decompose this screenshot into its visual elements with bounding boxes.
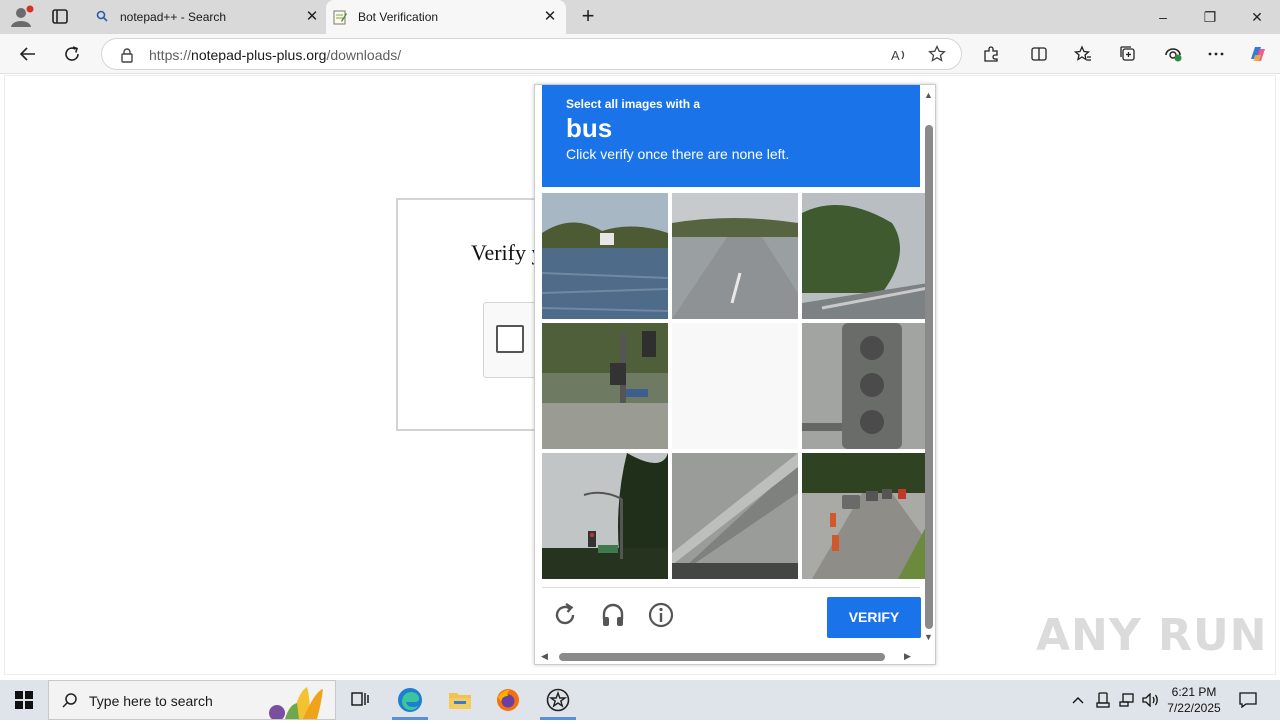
instruction-text: Select all images with a	[566, 97, 701, 111]
copilot-icon[interactable]	[1244, 40, 1272, 68]
image-tile[interactable]	[802, 193, 928, 319]
address-bar[interactable]: https://notepad-plus-plus.org/downloads/…	[101, 38, 962, 70]
taskbar-search-box[interactable]: Type here to search	[48, 680, 336, 721]
footer-divider	[542, 587, 920, 588]
edge-taskbar-icon[interactable]	[386, 680, 434, 720]
restore-button[interactable]: ❐	[1187, 5, 1233, 29]
image-tile[interactable]	[672, 323, 798, 449]
system-clock[interactable]: 6:21 PM 7/22/2025	[1160, 684, 1228, 716]
file-explorer-icon[interactable]	[436, 680, 484, 720]
scroll-right-arrow[interactable]: ▶	[904, 651, 911, 662]
tab-actions-icon[interactable]	[48, 6, 72, 28]
instruction-subtext: Click verify once there are none left.	[566, 146, 790, 162]
search-icon	[96, 10, 108, 25]
clock-date: 7/22/2025	[1167, 701, 1221, 715]
profile-icon[interactable]	[8, 5, 34, 29]
image-tile[interactable]	[802, 453, 928, 579]
vertical-scrollbar-thumb[interactable]	[925, 125, 933, 629]
app-star-icon[interactable]	[534, 680, 582, 720]
image-tile[interactable]	[802, 323, 928, 449]
svg-text:A: A	[891, 48, 900, 63]
scroll-left-arrow[interactable]: ◀	[541, 651, 548, 662]
close-tab-icon[interactable]: ✕	[302, 7, 322, 27]
captcha-checkbox[interactable]	[496, 325, 524, 353]
image-tile[interactable]	[542, 323, 668, 449]
split-screen-icon[interactable]	[1025, 40, 1053, 68]
challenge-header: Select all images with a bus Click verif…	[542, 85, 920, 187]
search-placeholder: Type here to search	[89, 693, 213, 709]
anyrun-watermark: ANY RUN	[1036, 610, 1268, 661]
read-aloud-icon[interactable]: A	[890, 46, 908, 69]
network-icon[interactable]	[1116, 680, 1138, 720]
taskbar: Type here to search 6:21 PM 7/22/2025	[0, 680, 1280, 721]
tab-notepad-search[interactable]: notepad++ - Search ✕	[86, 0, 326, 34]
tab-bot-verification[interactable]: Bot Verification ✕	[326, 0, 566, 34]
clock-time: 6:21 PM	[1171, 685, 1217, 699]
browser-essentials-icon[interactable]	[1159, 40, 1187, 68]
tab-title: Bot Verification	[358, 10, 439, 24]
new-tab-button[interactable]: +	[576, 5, 600, 29]
verify-heading: Verify you are human	[471, 240, 535, 265]
firefox-icon[interactable]	[484, 680, 532, 720]
task-view-icon[interactable]	[336, 680, 384, 720]
collections-icon[interactable]	[1114, 40, 1142, 68]
info-icon[interactable]	[647, 601, 675, 629]
favorite-star-icon[interactable]	[928, 44, 946, 68]
image-tile[interactable]	[542, 193, 668, 319]
notifications-icon[interactable]	[1234, 680, 1262, 720]
audio-challenge-icon[interactable]	[599, 601, 627, 629]
minimize-button[interactable]: –	[1140, 5, 1186, 29]
image-tile[interactable]	[542, 453, 668, 579]
back-button[interactable]	[14, 40, 42, 68]
image-tile[interactable]	[672, 453, 798, 579]
show-hidden-icons[interactable]	[1068, 680, 1088, 720]
refresh-button[interactable]	[58, 40, 86, 68]
target-word: bus	[566, 113, 613, 143]
volume-icon[interactable]	[1140, 680, 1162, 720]
close-tab-icon[interactable]: ✕	[540, 7, 560, 27]
more-menu-icon[interactable]	[1202, 40, 1230, 68]
url-text: https://notepad-plus-plus.org/downloads/	[149, 47, 402, 63]
horizontal-scrollbar-thumb[interactable]	[559, 653, 885, 661]
favorites-icon[interactable]	[1069, 40, 1097, 68]
captcha-challenge-popup: Select all images with a bus Click verif…	[534, 84, 936, 665]
search-icon	[61, 692, 79, 715]
reload-challenge-icon[interactable]	[551, 601, 579, 629]
extensions-icon[interactable]	[977, 40, 1005, 68]
verify-button[interactable]: VERIFY	[827, 597, 921, 638]
browser-toolbar: https://notepad-plus-plus.org/downloads/…	[0, 34, 1280, 74]
lock-icon[interactable]	[120, 47, 134, 68]
start-button[interactable]	[0, 680, 48, 720]
close-window-button[interactable]: ✕	[1234, 5, 1280, 29]
search-highlight-image	[263, 683, 335, 724]
title-bar: notepad++ - Search ✕ Bot Verification ✕ …	[0, 0, 1280, 34]
device-icon[interactable]	[1092, 680, 1114, 720]
tab-title: notepad++ - Search	[120, 10, 227, 24]
image-tile[interactable]	[672, 193, 798, 319]
scroll-down-arrow[interactable]: ▼	[924, 632, 933, 642]
scroll-up-arrow[interactable]: ▲	[924, 90, 933, 100]
notepad-favicon-icon	[332, 9, 348, 28]
